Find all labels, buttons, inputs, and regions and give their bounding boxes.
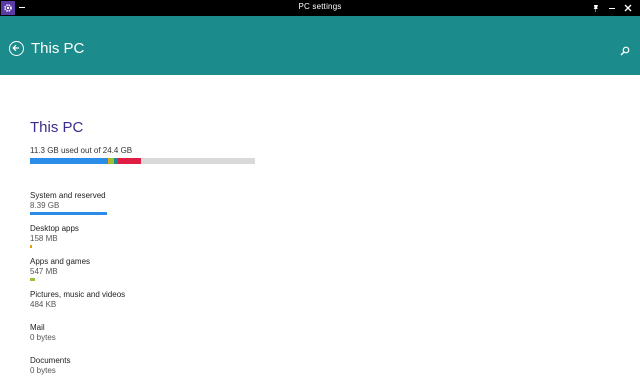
category-label: Documents [30, 356, 71, 365]
category-apps-and-games[interactable]: Apps and games 547 MB [30, 257, 280, 281]
search-icon[interactable] [620, 43, 630, 56]
category-mail[interactable]: Mail 0 bytes [30, 323, 280, 347]
category-desktop-apps[interactable]: Desktop apps 158 MB [30, 224, 280, 248]
category-size: 0 bytes [30, 333, 56, 342]
minimize-icon[interactable] [604, 0, 620, 16]
category-pictures-music-videos[interactable]: Pictures, music and videos 484 KB [30, 290, 280, 314]
category-size: 547 MB [30, 267, 58, 276]
category-label: System and reserved [30, 191, 106, 200]
pin-icon[interactable] [588, 0, 604, 16]
storage-total-bar [30, 158, 255, 164]
window-title-bar: PC settings [0, 0, 640, 16]
category-documents[interactable]: Documents 0 bytes [30, 356, 280, 380]
category-size: 484 KB [30, 300, 57, 309]
storage-usage-text: 11.3 GB used out of 24.4 GB [30, 146, 133, 155]
storage-segment-4 [118, 158, 141, 164]
category-usage-bar [30, 278, 35, 281]
close-icon[interactable] [620, 0, 636, 16]
category-usage-bar [30, 212, 107, 215]
page-title: This PC [30, 119, 84, 136]
window-title: PC settings [298, 2, 342, 11]
storage-segment-0 [30, 158, 108, 164]
category-size: 8.39 GB [30, 201, 60, 210]
category-system-and-reserved[interactable]: System and reserved 8.39 GB [30, 191, 280, 215]
category-size: 158 MB [30, 234, 58, 243]
category-label: Mail [30, 323, 45, 332]
category-size: 0 bytes [30, 366, 56, 375]
category-label: Pictures, music and videos [30, 290, 126, 299]
category-usage-bar [30, 245, 32, 248]
header-title: This PC [31, 40, 85, 57]
window-controls [588, 0, 636, 16]
back-arrow-icon[interactable] [9, 41, 24, 56]
settings-header: This PC [0, 16, 640, 75]
category-label: Apps and games [30, 257, 91, 266]
category-label: Desktop apps [30, 224, 79, 233]
